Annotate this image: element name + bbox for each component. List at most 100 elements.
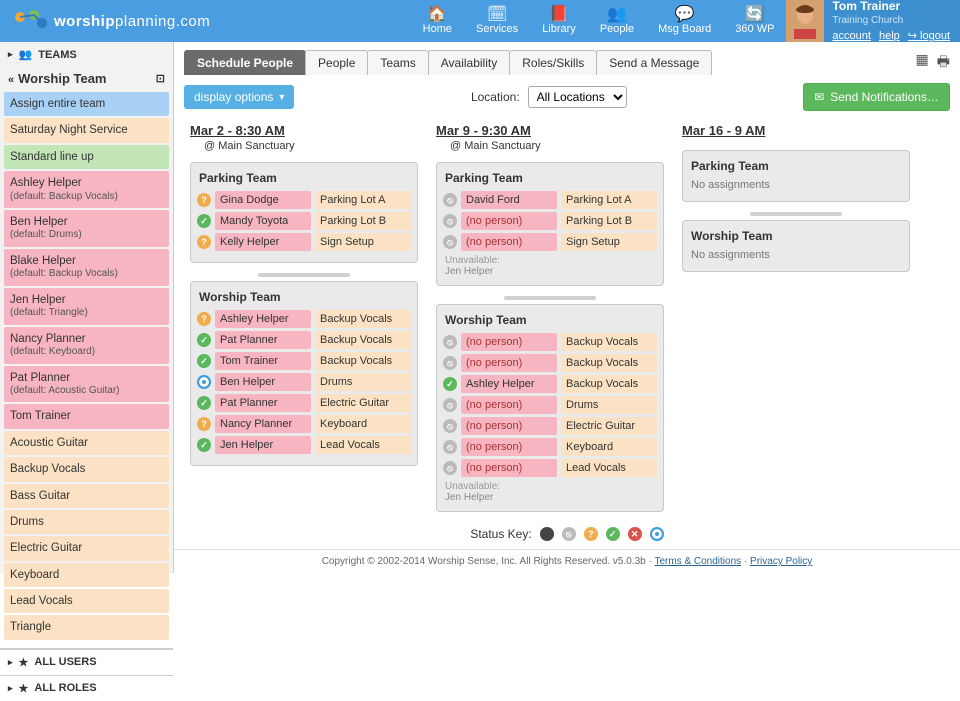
status-icon: ✓	[197, 214, 211, 228]
service-column: Mar 2 - 8:30 AM@ Main SanctuaryParking T…	[190, 123, 418, 476]
service-title[interactable]: Mar 2 - 8:30 AM	[190, 123, 418, 138]
sidebar-item[interactable]: Triangle	[4, 615, 169, 639]
assignment-row[interactable]: ✓Jen HelperLead Vocals	[197, 436, 411, 454]
nav-msg-board[interactable]: 💬Msg Board	[646, 0, 723, 42]
unavailable: Unavailable:Jen Helper	[445, 255, 655, 277]
person-cell: Mandy Toyota	[215, 212, 311, 230]
print-icon[interactable]: 🖶	[937, 51, 950, 75]
avatar[interactable]	[786, 0, 824, 42]
assignment-row[interactable]: ⦸(no person)Sign Setup	[443, 233, 657, 251]
role-cell: Parking Lot B	[561, 212, 657, 230]
logo[interactable]: worshipplanning.com	[0, 9, 222, 33]
sidebar-item[interactable]: Acoustic Guitar	[4, 431, 169, 455]
sidebar-item[interactable]: Standard line up	[4, 145, 169, 169]
service-location: @ Main Sanctuary	[204, 140, 418, 152]
assignment-row[interactable]: ⦸(no person)Backup Vocals	[443, 333, 657, 351]
person-cell: (no person)	[461, 417, 557, 435]
nav-people[interactable]: 👥People	[588, 0, 646, 42]
status-icon: ✓	[197, 396, 211, 410]
assignment-row[interactable]: ?Gina DodgeParking Lot A	[197, 191, 411, 209]
assignment-row[interactable]: ✓Ashley HelperBackup Vocals	[443, 375, 657, 393]
sidebar-item[interactable]: Ashley Helper(default: Backup Vocals)	[4, 171, 169, 208]
sidebar-item[interactable]: Drums	[4, 510, 169, 534]
sidebar-item[interactable]: Keyboard	[4, 563, 169, 587]
nav-services[interactable]: 🗓Services	[464, 0, 530, 42]
status-icon: ⦸	[443, 193, 457, 207]
assignment-row[interactable]: ✓ Pat PlannerElectric Guitar	[197, 394, 411, 412]
assignment-row[interactable]: ⦸(no person)Parking Lot B	[443, 212, 657, 230]
team-name: Parking Team	[691, 159, 901, 173]
sidebar-item[interactable]: Backup Vocals	[4, 457, 169, 481]
sidebar-item[interactable]: Tom Trainer	[4, 404, 169, 428]
no-assignments: No assignments	[689, 249, 903, 263]
service-column: Mar 9 - 9:30 AM@ Main SanctuaryParking T…	[436, 123, 664, 522]
team-box: Parking Team⦸David FordParking Lot A⦸(no…	[436, 162, 664, 286]
role-cell: Backup Vocals	[315, 331, 411, 349]
sidebar-item[interactable]: Saturday Night Service	[4, 118, 169, 142]
chat-icon: 💬	[675, 7, 695, 23]
main-content: Schedule PeoplePeopleTeamsAvailabilityRo…	[174, 42, 960, 573]
assignment-row[interactable]: Ben HelperDrums	[197, 373, 411, 391]
role-cell: Sign Setup	[315, 233, 411, 251]
status-icon: ?	[197, 193, 211, 207]
no-assignments: No assignments	[689, 179, 903, 193]
status-icon: ⦸	[443, 235, 457, 249]
role-cell: Electric Guitar	[315, 394, 411, 412]
tab-send-a-message[interactable]: Send a Message	[596, 50, 712, 75]
person-cell: Nancy Planner	[215, 415, 311, 433]
assignment-row[interactable]: ✓Pat PlannerBackup Vocals	[197, 331, 411, 349]
tab-schedule-people[interactable]: Schedule People	[184, 50, 306, 75]
tab-availability[interactable]: Availability	[428, 50, 510, 75]
privacy-link[interactable]: Privacy Policy	[750, 556, 812, 567]
sidebar-all-roles[interactable]: ▸★ALL ROLES	[0, 675, 173, 701]
refresh-icon: 🔄	[745, 7, 765, 23]
sidebar-teams-header[interactable]: ▸👥TEAMS	[0, 42, 173, 67]
sidebar: ▸👥TEAMS «Worship Team ⊡ Assign entire te…	[0, 42, 174, 573]
top-bar: worshipplanning.com 🏠Home🗓Services📕Libra…	[0, 0, 960, 42]
sidebar-item[interactable]: Jen Helper(default: Triangle)	[4, 288, 169, 325]
terms-link[interactable]: Terms & Conditions	[654, 556, 741, 567]
sidebar-all-users[interactable]: ▸★ALL USERS	[0, 649, 173, 675]
team-box: Worship Team?Ashley HelperBackup Vocals✓…	[190, 281, 418, 466]
person-cell: Pat Planner	[215, 394, 311, 412]
sidebar-item[interactable]: Nancy Planner(default: Keyboard)	[4, 327, 169, 364]
assignment-row[interactable]: ⦸(no person)Drums	[443, 396, 657, 414]
expand-icon[interactable]: ⊡	[156, 72, 165, 85]
assignment-row[interactable]: ⦸(no person)Electric Guitar	[443, 417, 657, 435]
sidebar-item[interactable]: Blake Helper(default: Backup Vocals)	[4, 249, 169, 286]
tab-roles-skills[interactable]: Roles/Skills	[509, 50, 597, 75]
tab-people[interactable]: People	[305, 50, 368, 75]
nav-library[interactable]: 📕Library	[530, 0, 588, 42]
sidebar-item[interactable]: Pat Planner(default: Acoustic Guitar)	[4, 366, 169, 403]
sidebar-item[interactable]: Electric Guitar	[4, 536, 169, 560]
sidebar-item[interactable]: Lead Vocals	[4, 589, 169, 613]
sidebar-item[interactable]: Ben Helper(default: Drums)	[4, 210, 169, 247]
assignment-row[interactable]: ⦸(no person)Keyboard	[443, 438, 657, 456]
assignment-row[interactable]: ?Kelly HelperSign Setup	[197, 233, 411, 251]
nav-home[interactable]: 🏠Home	[411, 0, 464, 42]
status-icon: ⦸	[443, 356, 457, 370]
assignment-row[interactable]: ⦸(no person)Backup Vocals	[443, 354, 657, 372]
sidebar-item[interactable]: Bass Guitar	[4, 484, 169, 508]
display-options-button[interactable]: display options	[184, 85, 294, 109]
nav-360-wp[interactable]: 🔄360 WP	[723, 0, 786, 42]
unavailable: Unavailable:Jen Helper	[445, 481, 655, 503]
location-select[interactable]: All Locations	[528, 86, 627, 108]
assignment-row[interactable]: ?Nancy PlannerKeyboard	[197, 415, 411, 433]
send-notifications-button[interactable]: ✉Send Notifications…	[803, 83, 950, 111]
service-title[interactable]: Mar 16 - 9 AM	[682, 123, 910, 138]
role-cell: Keyboard	[315, 415, 411, 433]
back-icon[interactable]: «	[8, 74, 14, 86]
grid-view-icon[interactable]: ▦	[916, 51, 929, 75]
mail-icon: ✉	[814, 90, 824, 104]
assignment-row[interactable]: ⦸(no person)Lead Vocals	[443, 459, 657, 477]
status-icon: ✓	[443, 377, 457, 391]
assignment-row[interactable]: ?Ashley HelperBackup Vocals	[197, 310, 411, 328]
tab-teams[interactable]: Teams	[367, 50, 428, 75]
status-icon: ✓	[197, 333, 211, 347]
sidebar-item[interactable]: Assign entire team	[4, 92, 169, 116]
assignment-row[interactable]: ✓Mandy ToyotaParking Lot B	[197, 212, 411, 230]
service-title[interactable]: Mar 9 - 9:30 AM	[436, 123, 664, 138]
assignment-row[interactable]: ✓Tom TrainerBackup Vocals	[197, 352, 411, 370]
assignment-row[interactable]: ⦸David FordParking Lot A	[443, 191, 657, 209]
